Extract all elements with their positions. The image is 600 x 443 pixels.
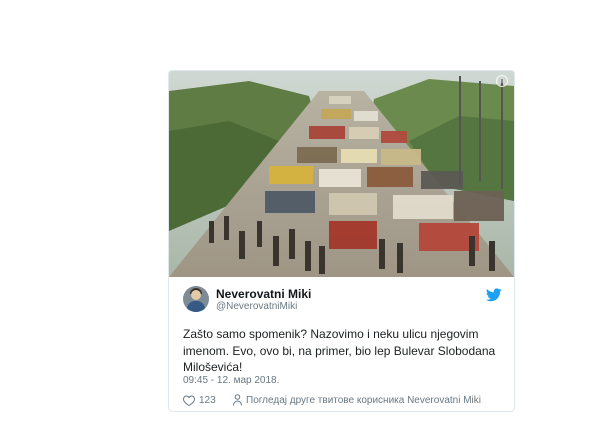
twitter-bird-icon[interactable] <box>486 288 502 302</box>
info-icon[interactable]: i <box>496 75 508 87</box>
tweet-author[interactable]: Neverovatni Miki @NeverovatniMiki <box>183 286 503 314</box>
more-tweets-link[interactable]: Погледај друге твитове корисника Neverov… <box>233 393 481 407</box>
tweet-actions: 123 Погледај друге твитове корисника Nev… <box>183 393 508 407</box>
like-button[interactable]: 123 <box>183 393 216 407</box>
refugee-convoy-photo <box>169 71 514 277</box>
tweet-timestamp[interactable]: 09:45 - 12. мар 2018. <box>183 375 279 386</box>
like-count: 123 <box>199 394 216 406</box>
avatar[interactable] <box>183 286 209 312</box>
heart-icon <box>183 394 195 406</box>
embedded-tweet-card[interactable]: i Neverovatni Miki @NeverovatniMiki Zašt… <box>168 70 515 412</box>
author-handle[interactable]: @NeverovatniMiki <box>216 301 297 312</box>
author-display-name[interactable]: Neverovatni Miki <box>216 287 311 301</box>
tweet-photo[interactable]: i <box>169 71 514 277</box>
more-tweets-label: Погледај друге твитове корисника Neverov… <box>246 394 481 406</box>
tweet-text: Zašto samo spomenik? Nazovimo i neku uli… <box>183 327 496 374</box>
person-icon <box>233 394 242 406</box>
